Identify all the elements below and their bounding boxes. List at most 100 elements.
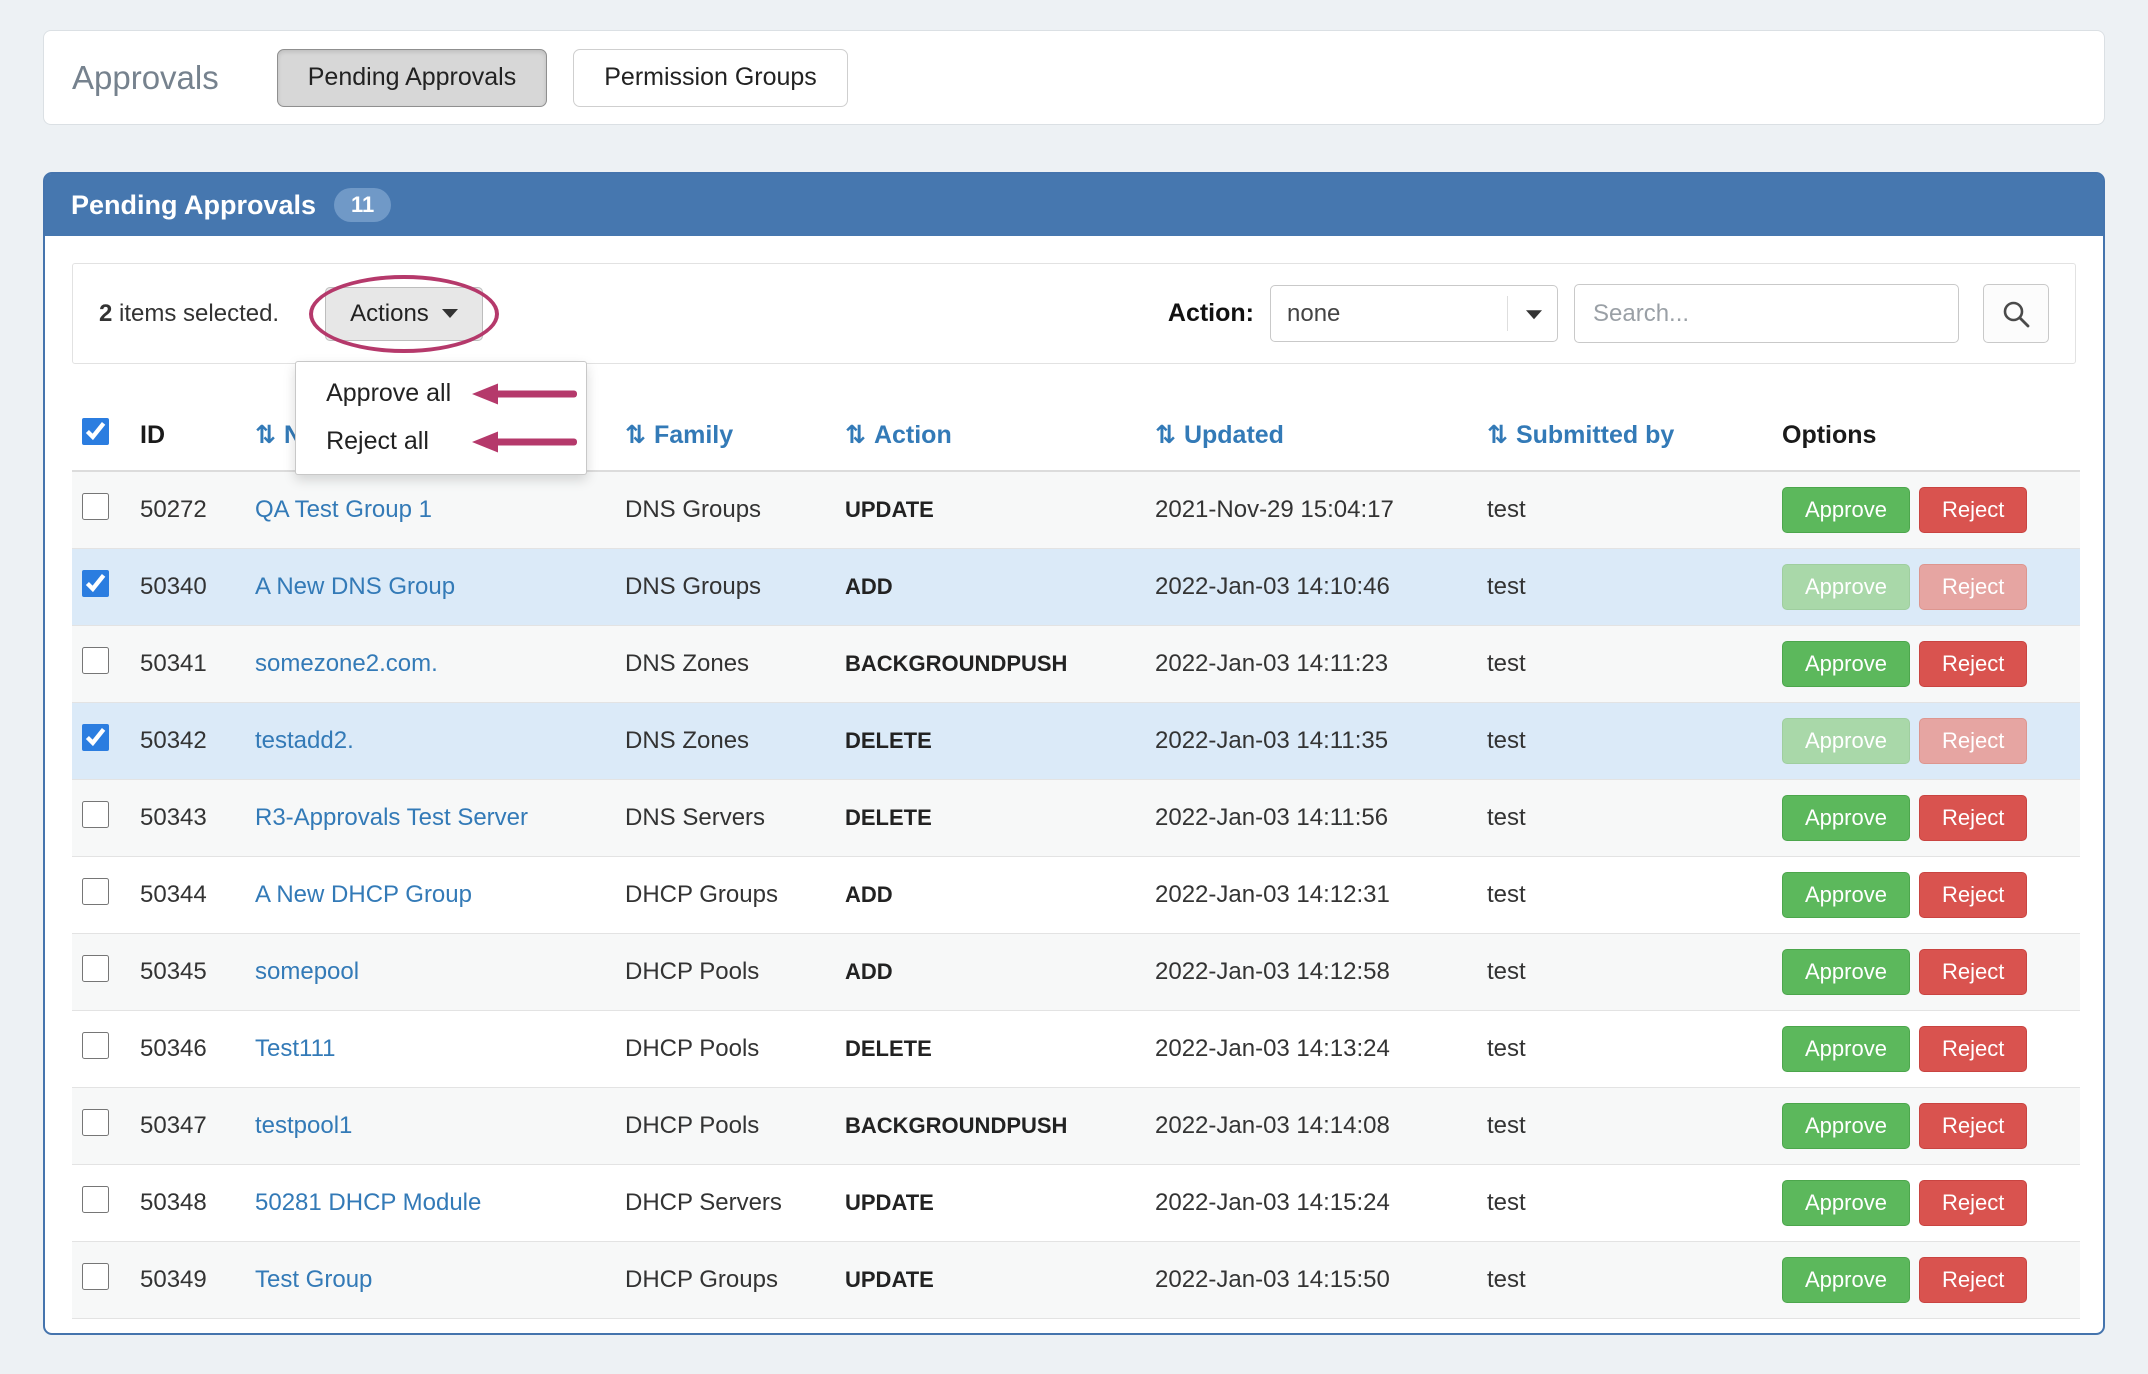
row-updated: 2022-Jan-03 14:14:08 [1145, 1088, 1477, 1165]
search-icon [2001, 299, 2031, 329]
row-checkbox[interactable] [82, 1109, 109, 1136]
row-action: UPDATE [835, 1165, 1145, 1242]
row-name-link[interactable]: A New DHCP Group [255, 881, 472, 908]
reject-button[interactable]: Reject [1919, 872, 2027, 918]
row-name-link[interactable]: A New DNS Group [255, 573, 455, 600]
reject-button[interactable]: Reject [1919, 1180, 2027, 1226]
reject-button[interactable]: Reject [1919, 641, 2027, 687]
col-header-action[interactable]: ⇅Action [835, 400, 1145, 471]
table-row: 50346Test111DHCP PoolsDELETE2022-Jan-03 … [72, 1011, 2080, 1088]
row-id: 50343 [130, 780, 245, 857]
page-title: Approvals [72, 59, 219, 97]
col-header-updated[interactable]: ⇅Updated [1145, 400, 1477, 471]
reject-button[interactable]: Reject [1919, 718, 2027, 764]
approve-button[interactable]: Approve [1782, 564, 1910, 610]
actions-button-label: Actions [350, 300, 429, 328]
row-checkbox[interactable] [82, 878, 109, 905]
tab-pending-approvals[interactable]: Pending Approvals [277, 49, 547, 107]
reject-button[interactable]: Reject [1919, 1026, 2027, 1072]
approve-button[interactable]: Approve [1782, 487, 1910, 533]
table-row: 50345somepoolDHCP PoolsADD2022-Jan-03 14… [72, 934, 2080, 1011]
action-select[interactable]: none [1270, 285, 1558, 342]
row-submitted-by: test [1477, 549, 1772, 626]
row-submitted-by: test [1477, 780, 1772, 857]
row-family: DHCP Pools [615, 934, 835, 1011]
annotation-arrow-icon [472, 381, 577, 407]
approve-button[interactable]: Approve [1782, 641, 1910, 687]
row-action: ADD [835, 549, 1145, 626]
row-updated: 2022-Jan-03 14:12:31 [1145, 857, 1477, 934]
reject-button[interactable]: Reject [1919, 1257, 2027, 1303]
approve-button[interactable]: Approve [1782, 1180, 1910, 1226]
reject-button[interactable]: Reject [1919, 1103, 2027, 1149]
row-name-link[interactable]: R3-Approvals Test Server [255, 804, 528, 831]
toolbar: 2 items selected. Actions Approve all [72, 263, 2076, 364]
tab-permission-groups[interactable]: Permission Groups [573, 49, 848, 107]
row-action: ADD [835, 857, 1145, 934]
approvals-table-body: 50272QA Test Group 1DNS GroupsUPDATE2021… [72, 471, 2080, 1319]
col-header-submitted-by[interactable]: ⇅Submitted by [1477, 400, 1772, 471]
approve-button[interactable]: Approve [1782, 1026, 1910, 1072]
row-checkbox[interactable] [82, 955, 109, 982]
col-header-label: Submitted by [1516, 421, 1674, 449]
row-checkbox[interactable] [82, 801, 109, 828]
search-button[interactable] [1983, 284, 2049, 343]
top-bar: Approvals Pending Approvals Permission G… [43, 30, 2105, 125]
row-checkbox[interactable] [82, 1032, 109, 1059]
col-header-options: Options [1772, 400, 2080, 471]
approve-button[interactable]: Approve [1782, 718, 1910, 764]
approve-button[interactable]: Approve [1782, 795, 1910, 841]
row-checkbox[interactable] [82, 493, 109, 520]
row-checkbox[interactable] [82, 724, 109, 751]
menu-item-reject-all[interactable]: Reject all [296, 418, 586, 466]
row-name-link[interactable]: Test Group [255, 1266, 372, 1293]
row-id: 50341 [130, 626, 245, 703]
menu-item-label: Reject all [326, 427, 429, 456]
row-name-link[interactable]: 50281 DHCP Module [255, 1189, 481, 1216]
reject-button[interactable]: Reject [1919, 795, 2027, 841]
menu-item-approve-all[interactable]: Approve all [296, 370, 586, 418]
col-header-family[interactable]: ⇅Family [615, 400, 835, 471]
row-name-link[interactable]: Test111 [255, 1035, 336, 1062]
approve-button[interactable]: Approve [1782, 872, 1910, 918]
row-submitted-by: test [1477, 703, 1772, 780]
row-family: DNS Zones [615, 626, 835, 703]
page: Approvals Pending Approvals Permission G… [0, 0, 2148, 1374]
approve-button[interactable]: Approve [1782, 1257, 1910, 1303]
row-checkbox[interactable] [82, 570, 109, 597]
row-updated: 2022-Jan-03 14:10:46 [1145, 549, 1477, 626]
search-group [1574, 284, 1959, 343]
row-name-link[interactable]: QA Test Group 1 [255, 496, 432, 523]
table-row: 50344A New DHCP GroupDHCP GroupsADD2022-… [72, 857, 2080, 934]
row-name-link[interactable]: somezone2.com. [255, 650, 438, 677]
row-action: DELETE [835, 703, 1145, 780]
reject-button[interactable]: Reject [1919, 949, 2027, 995]
row-name-link[interactable]: somepool [255, 958, 359, 985]
row-updated: 2022-Jan-03 14:12:58 [1145, 934, 1477, 1011]
action-label: Action: [1168, 299, 1254, 328]
sort-icon: ⇅ [625, 420, 646, 449]
approve-button[interactable]: Approve [1782, 949, 1910, 995]
reject-button[interactable]: Reject [1919, 564, 2027, 610]
row-name-link[interactable]: testadd2. [255, 727, 354, 754]
row-checkbox[interactable] [82, 1263, 109, 1290]
row-submitted-by: test [1477, 1242, 1772, 1319]
row-family: DHCP Servers [615, 1165, 835, 1242]
menu-item-label: Approve all [326, 379, 451, 408]
reject-button[interactable]: Reject [1919, 487, 2027, 533]
row-id: 50344 [130, 857, 245, 934]
actions-button[interactable]: Actions [325, 287, 483, 341]
row-checkbox[interactable] [82, 1186, 109, 1213]
search-input[interactable] [1574, 284, 1959, 343]
row-submitted-by: test [1477, 857, 1772, 934]
table-row: 5034850281 DHCP ModuleDHCP ServersUPDATE… [72, 1165, 2080, 1242]
approve-button[interactable]: Approve [1782, 1103, 1910, 1149]
select-all-checkbox[interactable] [82, 418, 109, 445]
row-checkbox[interactable] [82, 647, 109, 674]
table-row: 50340A New DNS GroupDNS GroupsADD2022-Ja… [72, 549, 2080, 626]
row-name-link[interactable]: testpool1 [255, 1112, 352, 1139]
count-badge: 11 [334, 188, 391, 222]
row-updated: 2022-Jan-03 14:11:35 [1145, 703, 1477, 780]
selected-count: 2 [99, 300, 112, 327]
actions-dropdown: Actions Approve all Reject all [325, 287, 483, 341]
